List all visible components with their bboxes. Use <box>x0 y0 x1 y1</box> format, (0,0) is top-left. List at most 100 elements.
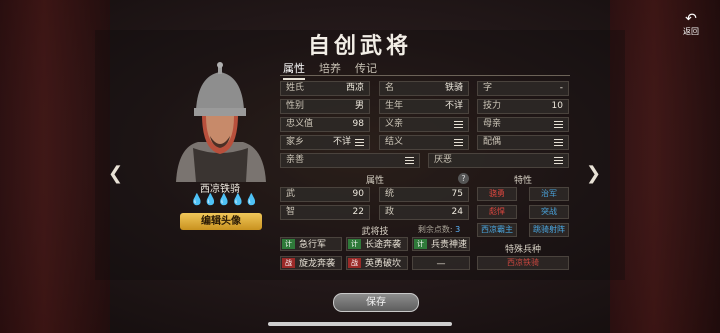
skill-tag: 计 <box>282 239 295 249</box>
tab-biography[interactable]: 传记 <box>355 60 377 80</box>
skill-slot[interactable]: 计 长途奔袭 <box>346 237 408 251</box>
tab-training[interactable]: 培养 <box>319 60 341 80</box>
skills-header: 武将技 <box>361 227 389 237</box>
martial-value: 90 <box>352 189 364 199</box>
dislike-field[interactable]: 厌恶 <box>428 153 569 168</box>
tab-bar: 属性 培养 传记 <box>283 60 377 80</box>
gender-field[interactable]: 性别 男 <box>280 99 370 114</box>
skill-slot[interactable]: 战 旋龙奔袭 <box>280 256 342 270</box>
hero-drops: 💧 💧 💧 💧 💧 <box>190 193 259 206</box>
loyalty-label: 忠义值 <box>286 119 314 129</box>
skill-power-field[interactable]: 技力 10 <box>477 99 569 114</box>
birth-year-field[interactable]: 生年 不详 <box>379 99 469 114</box>
skill-power-label: 技力 <box>483 101 502 111</box>
gender-label: 性别 <box>286 101 305 111</box>
skill-points: 剩余点数: 3 <box>408 224 470 235</box>
tab-attributes[interactable]: 属性 <box>283 60 305 80</box>
trait-badge[interactable]: 西凉霸主 <box>477 223 517 237</box>
loyalty-field[interactable]: 忠义值 98 <box>280 117 370 132</box>
hometown-label: 家乡 <box>286 137 305 147</box>
loyalty-value: 98 <box>352 119 364 129</box>
skill-slot[interactable]: 计 急行军 <box>280 237 342 251</box>
leadership-stat: 统 75 <box>379 187 469 202</box>
intellect-label: 智 <box>286 207 296 217</box>
skill-points-value: 3 <box>455 225 461 234</box>
skill-slot[interactable]: 战 英勇破坎 <box>346 256 408 270</box>
mother-label: 母亲 <box>483 119 502 129</box>
water-drop-icon: 💧 <box>190 193 204 206</box>
sworn-label: 结义 <box>385 137 404 147</box>
martial-stat: 武 90 <box>280 187 370 202</box>
skill-tag: 战 <box>348 258 361 268</box>
skill-tag: 计 <box>348 239 361 249</box>
return-icon: ↶ <box>685 11 697 27</box>
menu-icon <box>355 139 364 146</box>
birth-year-value: 不详 <box>444 101 463 111</box>
spouse-field[interactable]: 配偶 <box>477 135 569 150</box>
prev-hero-arrow[interactable]: ❮ <box>108 163 123 184</box>
menu-icon <box>454 139 463 146</box>
trait-badge[interactable]: 跳骑射阵 <box>529 223 569 237</box>
save-button[interactable]: 保存 <box>333 293 419 312</box>
trait-badge[interactable]: 突战 <box>529 205 569 219</box>
birth-year-label: 生年 <box>385 101 404 111</box>
back-label: 返回 <box>683 27 699 36</box>
courtesy-name-label: 字 <box>483 83 493 93</box>
skill-name: 旋龙奔袭 <box>299 259 336 269</box>
father-label: 义亲 <box>385 119 404 129</box>
leadership-value: 75 <box>451 189 463 199</box>
water-drop-icon: 💧 <box>217 193 232 206</box>
next-hero-arrow[interactable]: ❯ <box>586 163 601 184</box>
skill-name: 急行军 <box>299 240 327 250</box>
intellect-value: 22 <box>352 207 364 217</box>
home-indicator <box>268 322 452 326</box>
spouse-label: 配偶 <box>483 137 502 147</box>
edit-avatar-button[interactable]: 编辑头像 <box>180 213 262 230</box>
skill-name: 长途奔袭 <box>365 240 402 250</box>
water-drop-icon: 💧 <box>244 193 259 206</box>
skill-name: 英勇破坎 <box>365 259 402 269</box>
like-label: 亲善 <box>286 155 305 165</box>
skill-name: 兵贵神速 <box>431 240 468 250</box>
dislike-label: 厌恶 <box>434 155 453 165</box>
skill-slot-empty[interactable]: — <box>412 256 470 270</box>
like-field[interactable]: 亲善 <box>280 153 420 168</box>
father-field[interactable]: 义亲 <box>379 117 469 132</box>
surname-field[interactable]: 姓氏 西凉 <box>280 81 370 96</box>
special-unit-value[interactable]: 西凉铁骑 <box>477 256 569 270</box>
surname-label: 姓氏 <box>286 83 305 93</box>
menu-icon <box>554 157 563 164</box>
politics-label: 政 <box>385 207 395 217</box>
skill-points-label: 剩余点数: <box>417 225 453 234</box>
water-drop-icon: 💧 <box>231 193 245 206</box>
courtesy-name-value: - <box>559 83 563 93</box>
politics-value: 24 <box>451 207 463 217</box>
trait-badge[interactable]: 骁勇 <box>477 187 517 201</box>
skill-tag: 战 <box>282 258 295 268</box>
back-button[interactable]: ↶ 返回 <box>676 12 706 37</box>
given-name-field[interactable]: 名 铁骑 <box>379 81 469 96</box>
skill-slot[interactable]: 计 兵贵神速 <box>412 237 470 251</box>
given-name-label: 名 <box>385 83 395 93</box>
menu-icon <box>405 157 414 164</box>
surname-value: 西凉 <box>345 83 364 93</box>
menu-icon <box>554 121 563 128</box>
skill-power-value: 10 <box>551 101 563 111</box>
mother-field[interactable]: 母亲 <box>477 117 569 132</box>
given-name-value: 铁骑 <box>444 83 463 93</box>
hometown-field[interactable]: 家乡 不详 <box>280 135 370 150</box>
trait-badge[interactable]: 彪悍 <box>477 205 517 219</box>
special-unit-header: 特殊兵种 <box>504 245 541 255</box>
traits-header: 特性 <box>513 176 532 186</box>
trait-badge[interactable]: 治军 <box>529 187 569 201</box>
menu-icon <box>554 139 563 146</box>
attributes-header: 属性 <box>365 176 384 186</box>
gender-value: 男 <box>354 101 364 111</box>
politics-stat: 政 24 <box>379 205 469 220</box>
sworn-field[interactable]: 结义 <box>379 135 469 150</box>
page-title: 自创武将 <box>307 33 412 59</box>
help-icon[interactable]: ? <box>458 173 469 184</box>
courtesy-name-field[interactable]: 字 - <box>477 81 569 96</box>
tab-divider <box>280 75 570 76</box>
leadership-label: 统 <box>385 189 395 199</box>
